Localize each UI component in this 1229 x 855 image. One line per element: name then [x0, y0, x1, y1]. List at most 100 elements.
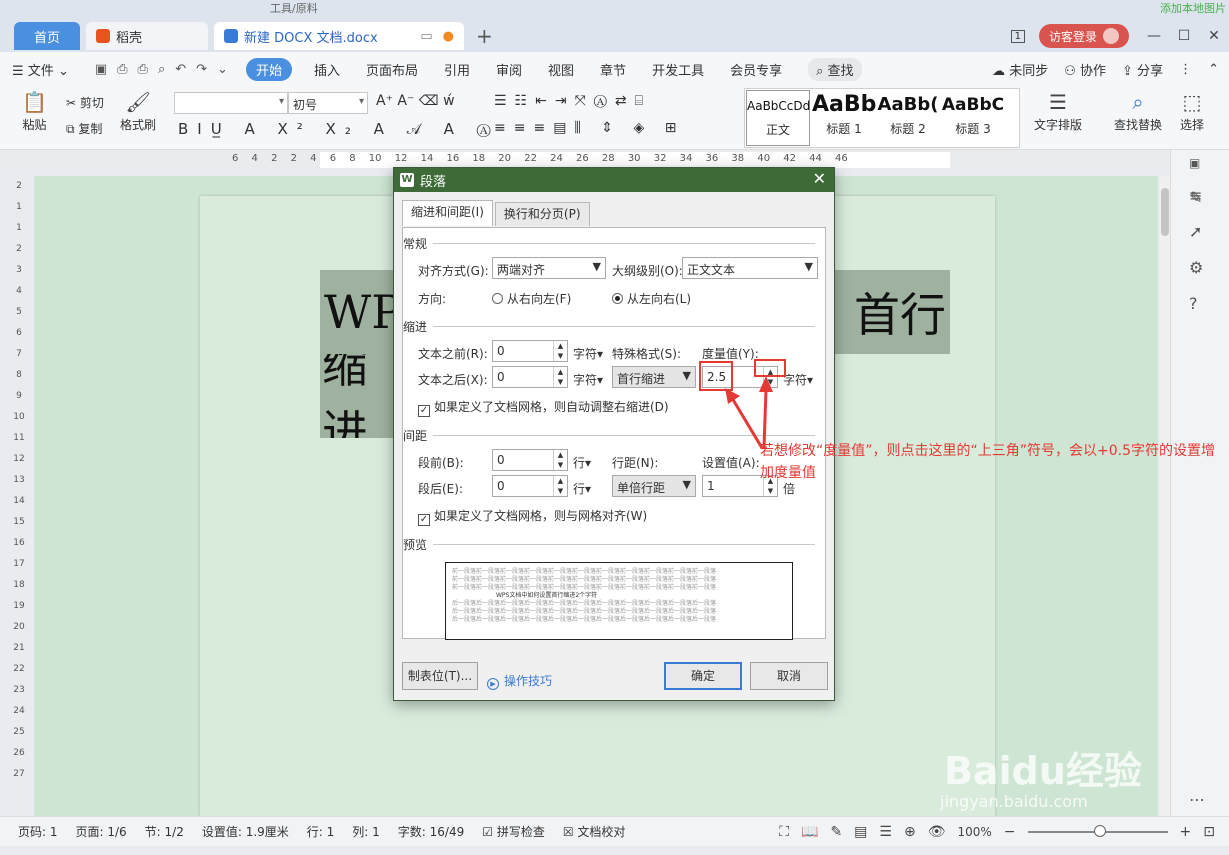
- paragraph-list-icons[interactable]: ☰☷⇤⇥⤧Ⓐ⇄⌸: [494, 93, 651, 109]
- panel-toggle-icon[interactable]: ▣: [1189, 156, 1200, 170]
- tab-indent-spacing[interactable]: 缩进和间距(I): [402, 200, 493, 226]
- special-format-dropdown[interactable]: 首行缩进 ▼: [612, 366, 696, 388]
- style-normal[interactable]: AaBbCcDd 正文: [746, 90, 810, 146]
- share-button[interactable]: ⇪ 分享: [1122, 60, 1163, 79]
- spacing-after-input[interactable]: 0 ▲ ▼: [492, 475, 568, 497]
- menu-reference[interactable]: 引用: [444, 60, 470, 79]
- text-layout-button[interactable]: ☰ 文字排版: [1034, 90, 1082, 133]
- spin-arrows-icon[interactable]: ▲ ▼: [553, 341, 567, 361]
- spacing-before-unit[interactable]: 行▾: [573, 454, 591, 471]
- zoom-in-icon[interactable]: +: [1180, 824, 1192, 840]
- measure-unit[interactable]: 字符▾: [783, 371, 813, 388]
- maximize-icon[interactable]: ☐: [1169, 28, 1199, 44]
- spacing-after-unit[interactable]: 行▾: [573, 480, 591, 497]
- scrollbar-thumb[interactable]: [1161, 188, 1169, 236]
- read-mode-icon[interactable]: 📖: [801, 824, 818, 840]
- indent-after-input[interactable]: 0 ▲ ▼: [492, 366, 568, 388]
- tab-daoke[interactable]: 稻壳: [86, 22, 208, 50]
- menu-insert[interactable]: 插入: [314, 60, 340, 79]
- font-grow-shrink-icons[interactable]: A⁺ A⁻ ⌫ ẃ: [376, 93, 455, 109]
- status-setting-value[interactable]: 设置值: 1.9厘米: [202, 823, 289, 840]
- tab-home[interactable]: 首页: [14, 22, 80, 50]
- minimize-icon[interactable]: —: [1139, 28, 1169, 44]
- eye-protection-icon[interactable]: 👁: [928, 824, 946, 840]
- document-text-line-2[interactable]: 缩进: [320, 354, 396, 438]
- spell-check-button[interactable]: ☑ 拼写检查: [482, 823, 545, 840]
- page-view-icon[interactable]: ▤: [854, 824, 867, 840]
- page-count-badge[interactable]: 1: [1010, 29, 1025, 43]
- spacing-before-input[interactable]: 0 ▲ ▼: [492, 449, 568, 471]
- menu-developer[interactable]: 开发工具: [652, 60, 704, 79]
- monitor-icon[interactable]: ▭: [420, 29, 432, 44]
- indent-after-unit[interactable]: 字符▾: [573, 371, 603, 388]
- copy-button[interactable]: ⧉ 复制: [66, 120, 102, 137]
- menu-chapter[interactable]: 章节: [600, 60, 626, 79]
- indent-before-input[interactable]: 0 ▲ ▼: [492, 340, 568, 362]
- status-word-count[interactable]: 字数: 16/49: [398, 823, 464, 840]
- menu-page-layout[interactable]: 页面布局: [366, 60, 418, 79]
- status-column[interactable]: 列: 1: [352, 823, 380, 840]
- status-pages[interactable]: 页面: 1/6: [76, 823, 127, 840]
- fullscreen-icon[interactable]: ⛶: [779, 824, 789, 840]
- font-style-icons[interactable]: BIU̲ A X² X₂ A 𝒜 A Ⓐ: [178, 120, 500, 138]
- font-name-combo[interactable]: [174, 92, 288, 114]
- file-menu[interactable]: ☰ 文件 ⌄: [12, 60, 69, 79]
- auto-adjust-checkbox[interactable]: ✓ 如果定义了文档网格，则自动调整右缩进(D): [418, 398, 669, 417]
- spin-arrows-icon[interactable]: ▲ ▼: [553, 476, 567, 496]
- more-dots-icon[interactable]: ⋯: [1189, 790, 1205, 809]
- fit-window-icon[interactable]: ⊡: [1203, 824, 1215, 840]
- zoom-level[interactable]: 100%: [957, 825, 991, 839]
- print-preview-icon[interactable]: ⌕: [158, 62, 165, 77]
- style-heading-3[interactable]: AaBbC 标题 3: [940, 90, 1006, 146]
- align-dropdown[interactable]: 两端对齐 ▼: [492, 257, 606, 279]
- outline-dropdown[interactable]: 正文文本 ▼: [682, 257, 818, 279]
- menu-member[interactable]: 会员专享: [730, 60, 782, 79]
- tab-stops-button[interactable]: 制表位(T)...: [402, 662, 478, 690]
- zoom-out-icon[interactable]: −: [1004, 824, 1016, 840]
- format-painter-button[interactable]: 🖌 格式刷: [120, 90, 156, 133]
- line-spacing-dropdown[interactable]: 单倍行距 ▼: [612, 475, 696, 497]
- collapse-ribbon-icon[interactable]: ⌃: [1208, 62, 1219, 77]
- spin-arrows-icon[interactable]: ▲ ▼: [553, 450, 567, 470]
- login-button[interactable]: 访客登录: [1038, 24, 1129, 48]
- paragraph-align-icons[interactable]: ≡≡≡▤⫼ ⇕ ◈ ⊞: [494, 120, 684, 136]
- cancel-button[interactable]: 取消: [750, 662, 828, 690]
- sync-status[interactable]: ☁ 未同步: [992, 60, 1048, 79]
- close-window-icon[interactable]: ✕: [1199, 28, 1229, 44]
- add-tab-button[interactable]: +: [476, 24, 493, 48]
- grid-align-checkbox[interactable]: ✓ 如果定义了文档网格，则与网格对齐(W): [418, 507, 647, 526]
- write-mode-icon[interactable]: ✎: [830, 824, 842, 840]
- style-heading-2[interactable]: AaBb( 标题 2: [876, 90, 940, 146]
- zoom-slider-knob[interactable]: [1093, 825, 1106, 837]
- web-view-icon[interactable]: ⊕: [904, 824, 916, 840]
- doc-proof-button[interactable]: ☒ 文档校对: [563, 823, 626, 840]
- find-replace-button[interactable]: ⌕ 查找替换: [1114, 90, 1162, 133]
- status-section[interactable]: 节: 1/2: [145, 823, 184, 840]
- zoom-slider[interactable]: [1027, 825, 1168, 837]
- cut-button[interactable]: ✂ 剪切: [66, 94, 104, 111]
- export-pdf-icon[interactable]: ⎙: [117, 62, 127, 77]
- tab-line-page-break[interactable]: 换行和分页(P): [494, 202, 590, 226]
- redo-icon[interactable]: ↷: [196, 62, 207, 77]
- print-icon[interactable]: ⎙: [138, 62, 148, 77]
- customize-icon[interactable]: ⌄: [217, 62, 228, 77]
- outline-view-icon[interactable]: ☰: [879, 824, 892, 840]
- settings-sliders-icon[interactable]: ⚙: [1189, 258, 1203, 277]
- tips-link[interactable]: ▶ 操作技巧: [487, 672, 552, 690]
- spin-arrows-icon[interactable]: ▲ ▼: [553, 367, 567, 387]
- dialog-close-icon[interactable]: ✕: [813, 169, 826, 188]
- collaborate-button[interactable]: ⚇ 协作: [1064, 60, 1106, 79]
- select-button[interactable]: ⬚ 选择: [1180, 90, 1204, 133]
- cursor-icon[interactable]: ➚: [1189, 222, 1202, 241]
- vertical-scrollbar[interactable]: [1160, 176, 1170, 816]
- paste-button[interactable]: 📋 粘贴: [22, 90, 47, 133]
- save-icon[interactable]: ▣: [95, 62, 107, 77]
- style-heading-1[interactable]: AaBb 标题 1: [812, 90, 876, 146]
- menu-start[interactable]: 开始: [245, 57, 292, 81]
- menu-view[interactable]: 视图: [548, 60, 574, 79]
- more-icon[interactable]: ⋮: [1179, 62, 1192, 77]
- status-line[interactable]: 行: 1: [307, 823, 335, 840]
- status-page-number[interactable]: 页码: 1: [18, 823, 58, 840]
- rtl-radio[interactable]: 从右向左(F): [492, 290, 571, 307]
- font-size-combo[interactable]: 初号: [288, 92, 368, 114]
